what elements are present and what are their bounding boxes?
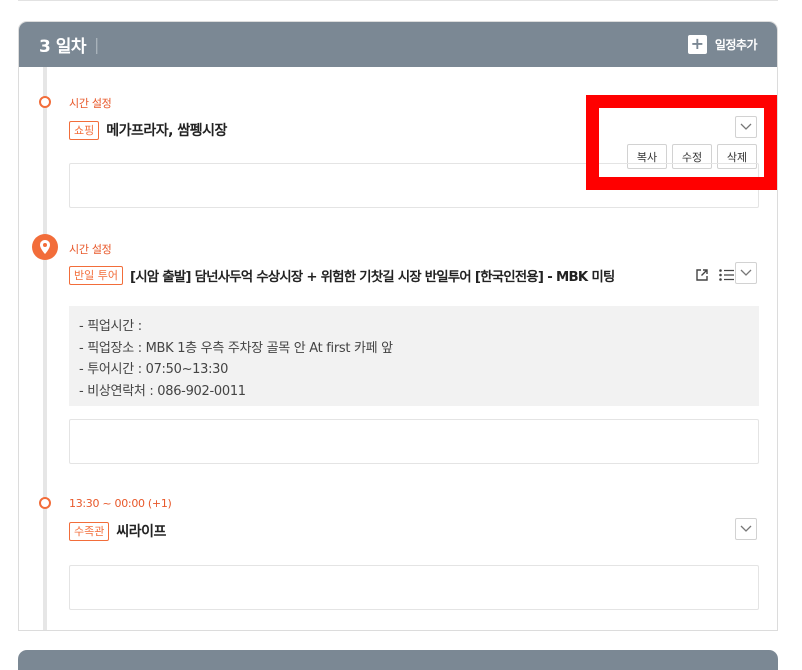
timeline-dot-icon [39,96,51,108]
memo-box[interactable] [69,565,759,610]
item-title-row: 쇼핑 메가프라자, 쌈펭시장 [69,120,227,140]
category-tag: 쇼핑 [69,120,100,140]
timeline-dot-icon [39,497,51,509]
next-day-header [18,650,778,670]
external-link-icon[interactable] [695,268,709,282]
top-divider [18,0,778,1]
item-title[interactable]: [시암 출발] 담넌사두억 수상시장 + 위험한 기찻길 시장 반일투어 [한국… [130,266,615,285]
detail-pickup-place: - 픽업장소 : MBK 1층 우측 주차장 골목 안 At first 카페 … [79,340,393,356]
map-pin-icon [32,234,58,260]
chevron-down-icon[interactable] [735,262,757,284]
time-range[interactable]: 13:30 ~ 00:00 (+1) [69,497,172,510]
day-title-separator: | [94,35,100,54]
chevron-down-icon[interactable] [735,116,757,138]
detail-emergency-contact: - 비상연락처 : 086-902-0011 [79,383,246,399]
day-title: 3 일차 [39,37,87,57]
memo-box[interactable] [69,419,759,464]
day-header: 3 일차 | + 일정추가 [19,22,777,67]
category-tag: 수족관 [69,521,110,541]
time-setting-link[interactable]: 시간 설정 [69,95,112,111]
item-title[interactable]: 메가프라자, 쌈펭시장 [106,120,227,140]
tour-details-box: - 픽업시간 : - 픽업장소 : MBK 1층 우측 주차장 골목 안 At … [69,306,759,406]
memo-box[interactable] [69,163,759,208]
chevron-down-icon[interactable] [735,518,757,540]
list-icon[interactable] [718,268,734,282]
plus-icon: + [687,35,707,54]
category-tag: 반일 투어 [69,266,123,285]
item-title[interactable]: 씨라이프 [116,521,166,541]
timeline-line [43,67,47,630]
day-card: 3 일차 | + 일정추가 시간 설정 쇼핑 메가프라자, 쌈펭시장 복사 수정… [18,21,778,631]
item-title-row: 반일 투어 [시암 출발] 담넌사두억 수상시장 + 위험한 기찻길 시장 반일… [69,266,615,285]
detail-tour-time: - 투어시간 : 07:50~13:30 [79,362,229,377]
add-schedule-button[interactable]: + 일정추가 [687,35,758,54]
time-setting-link[interactable]: 시간 설정 [69,241,112,257]
item-title-row: 수족관 씨라이프 [69,521,166,541]
detail-pickup-time: - 픽업시간 : [79,319,142,334]
add-schedule-label: 일정추가 [714,38,758,52]
